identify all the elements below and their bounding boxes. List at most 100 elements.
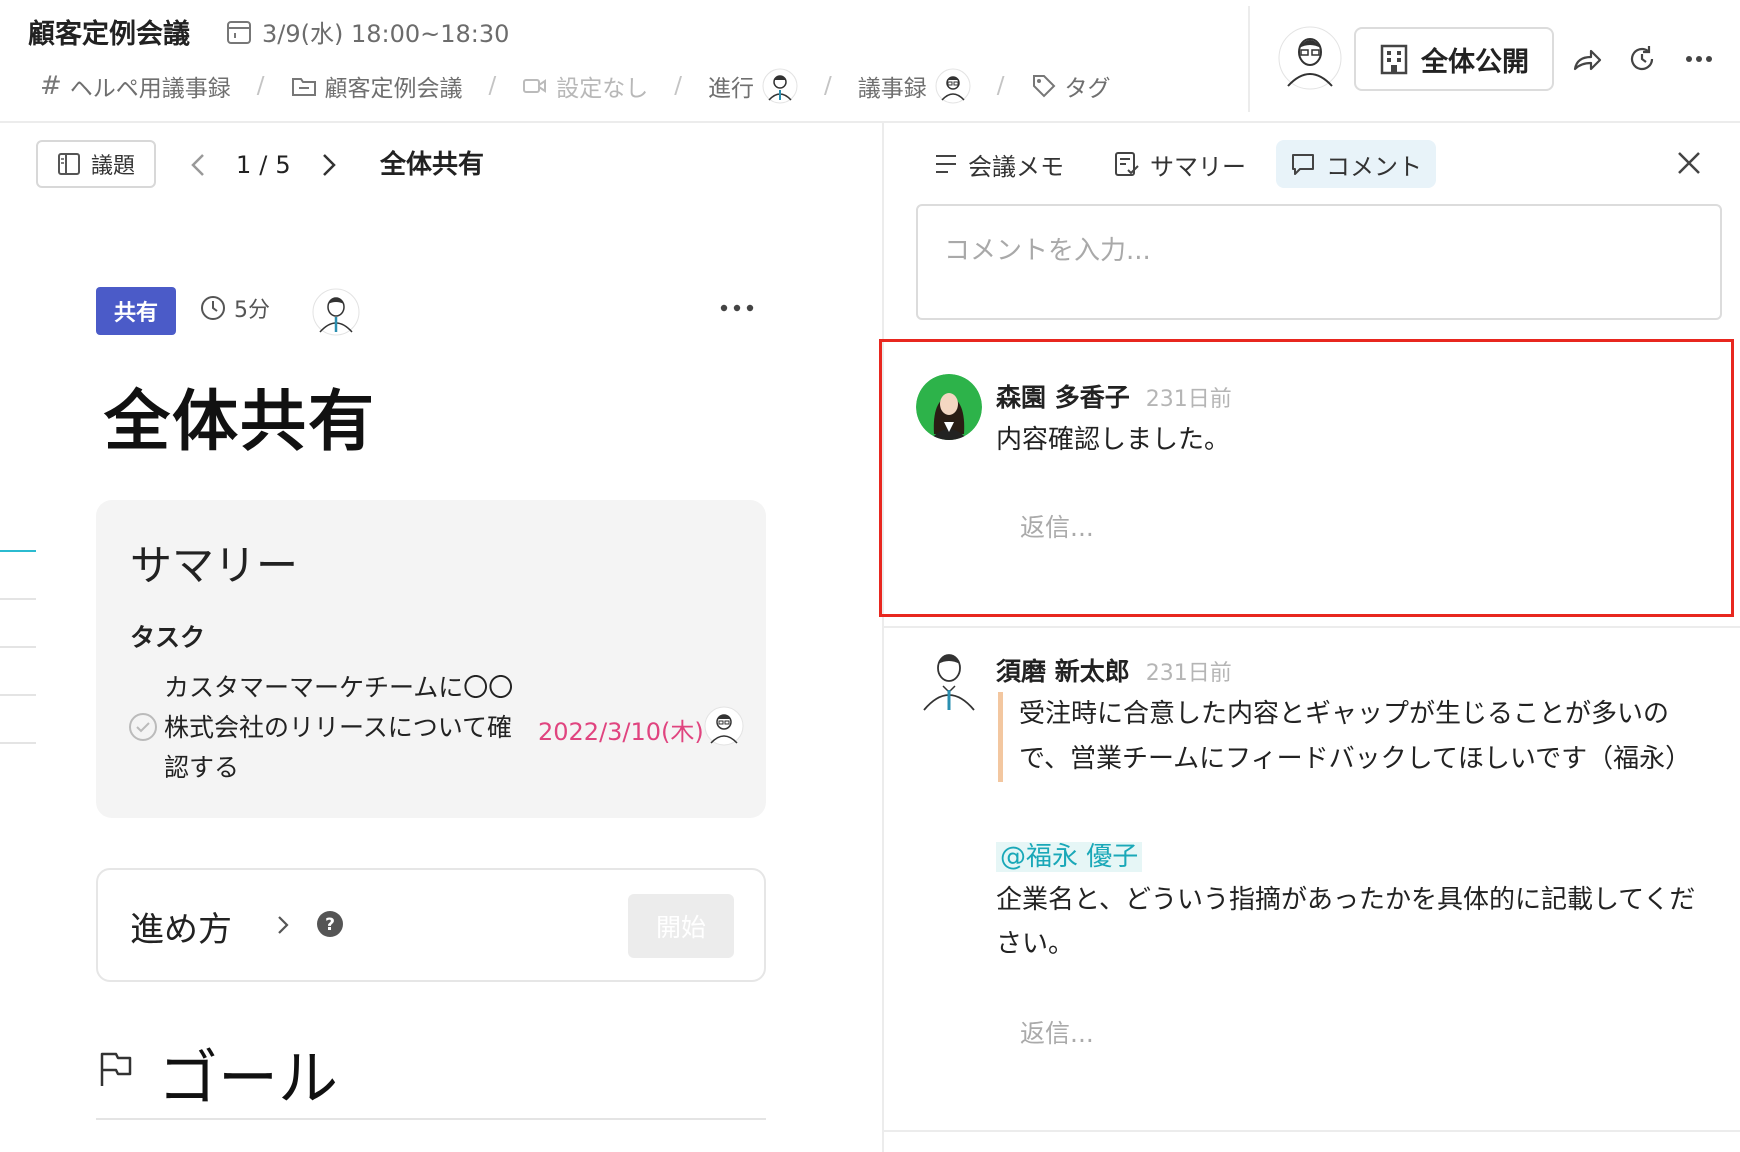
summary-card: サマリー タスク カスタマーマーケチームに〇〇株式会社のリリースについて確認する… <box>96 500 766 818</box>
comment-header: 森園 多香子 231日前 <box>996 378 1232 414</box>
page-separator: / <box>259 151 268 179</box>
tab-meeting-memo-label: 会議メモ <box>968 152 1064 181</box>
tab-summary-label: サマリー <box>1150 152 1246 181</box>
process-card: 進め方 ? 開始 <box>96 868 766 982</box>
pane-divider <box>882 123 884 1152</box>
meta-minutes-label: 議事録 <box>857 76 927 102</box>
comment-author[interactable]: 須磨 新太郎 <box>996 652 1130 688</box>
topic-duration[interactable]: 5分 <box>200 292 270 324</box>
topic-pager: 1 / 5 <box>190 146 337 184</box>
meta-template[interactable]: # ヘルペ用議事録 <box>40 69 231 103</box>
reply-input[interactable]: 返信... <box>1020 508 1094 544</box>
topic-list-label: 議題 <box>90 154 135 179</box>
publish-scope-button[interactable]: 全体公開 <box>1354 27 1554 91</box>
comment-input-placeholder: コメントを入力... <box>944 236 1151 266</box>
outline-mark[interactable] <box>0 694 36 696</box>
chevron-right-icon[interactable] <box>276 914 290 936</box>
flag-icon <box>98 1050 134 1088</box>
tag-icon <box>1031 73 1057 99</box>
task-text[interactable]: カスタマーマーケチームに〇〇株式会社のリリースについて確認する <box>164 668 534 788</box>
topic-type-badge[interactable]: 共有 <box>96 287 176 335</box>
tab-meeting-memo[interactable]: 会議メモ <box>920 140 1078 188</box>
video-icon <box>522 76 548 96</box>
task-check-icon[interactable] <box>128 712 158 742</box>
task-due-date[interactable]: 2022/3/10(木) <box>538 712 704 747</box>
comment-quote: 受注時に合意した内容とギャップが生じることが多いので、営業チームにフィードバック… <box>998 692 1718 782</box>
tab-comments-label: コメント <box>1326 152 1422 181</box>
meta-separator: / <box>996 73 1005 99</box>
meta-facilitator[interactable]: 進行 <box>708 68 798 104</box>
goal-title[interactable]: ゴール <box>158 1030 338 1117</box>
comment-time: 231日前 <box>1145 661 1232 686</box>
comment-text: 企業名と、どういう指摘があったかを具体的に記載してください。 <box>996 885 1696 959</box>
calendar-icon <box>226 19 252 45</box>
meta-tags[interactable]: タグ <box>1031 69 1111 103</box>
reply-input[interactable]: 返信... <box>1020 1014 1094 1050</box>
meta-video[interactable]: 設定なし <box>522 69 648 103</box>
comment-text: 内容確認しました。 <box>996 425 1231 455</box>
comment-author[interactable]: 森園 多香子 <box>996 378 1130 414</box>
goal-divider <box>96 1118 766 1120</box>
topic-owner-avatar[interactable] <box>312 288 360 336</box>
outline-mark[interactable] <box>0 742 36 744</box>
comment-divider <box>884 626 1740 628</box>
meta-folder-label: 顧客定例会議 <box>324 76 463 102</box>
history-icon[interactable] <box>1626 42 1658 76</box>
comment-time: 231日前 <box>1145 387 1232 412</box>
prev-topic-icon[interactable] <box>190 152 206 178</box>
meta-folder[interactable]: 顧客定例会議 <box>291 69 463 103</box>
meta-separator: / <box>824 73 832 99</box>
outline-mark[interactable] <box>0 598 36 600</box>
topic-title[interactable]: 全体共有 <box>104 368 376 464</box>
folder-icon <box>291 75 317 97</box>
outline-mark-active[interactable] <box>0 550 36 552</box>
minutes-taker-avatar <box>935 68 971 104</box>
meta-minutes-taker[interactable]: 議事録 <box>858 68 971 104</box>
building-icon <box>1379 43 1409 75</box>
commenter-avatar[interactable] <box>916 644 982 712</box>
summary-heading: サマリー <box>130 541 299 590</box>
page-total: 5 <box>275 151 291 179</box>
svg-text:?: ? <box>325 915 335 935</box>
outline-mark[interactable] <box>0 646 36 648</box>
more-icon[interactable] <box>1682 42 1716 76</box>
mention-tag[interactable]: @福永 優子 <box>996 836 1143 873</box>
comment-input[interactable]: コメントを入力... <box>916 204 1722 320</box>
mention-text: @福永 優子 <box>996 842 1143 872</box>
agenda-title: 全体共有 <box>380 150 485 180</box>
meeting-title[interactable]: 顧客定例会議 <box>28 12 190 51</box>
meeting-header: 顧客定例会議 3/9(水) 18:00~18:30 # ヘルペ用議事録 / 顧客… <box>0 0 1740 123</box>
next-topic-icon[interactable] <box>321 152 337 178</box>
meta-separator: / <box>488 73 497 99</box>
list-icon <box>934 153 958 175</box>
topic-list-button[interactable]: 議題 <box>36 140 156 188</box>
comment-icon <box>1290 152 1316 176</box>
user-avatar[interactable] <box>1278 26 1342 90</box>
task-assignee-avatar[interactable] <box>704 706 744 746</box>
meta-separator: / <box>256 73 265 99</box>
duration-text: 5分 <box>234 298 270 323</box>
comment-divider <box>884 1130 1740 1132</box>
datetime-text: 3/9(水) 18:00~18:30 <box>262 20 510 48</box>
task-heading: タスク <box>130 623 206 652</box>
meta-facilitator-label: 進行 <box>708 76 755 102</box>
page-indicator: 1 / 5 <box>236 151 291 179</box>
sidebar-panel-icon <box>57 152 81 176</box>
facilitator-avatar <box>762 68 798 104</box>
tab-summary[interactable]: サマリー <box>1100 140 1260 188</box>
comment-header: 須磨 新太郎 231日前 <box>996 652 1232 688</box>
meeting-datetime[interactable]: 3/9(水) 18:00~18:30 <box>226 14 509 49</box>
start-button[interactable]: 開始 <box>628 894 734 958</box>
close-icon[interactable] <box>1676 150 1702 176</box>
share-icon[interactable] <box>1572 42 1602 76</box>
meta-template-label: ヘルペ用議事録 <box>69 76 231 102</box>
topic-more-icon[interactable] <box>720 304 754 312</box>
help-icon[interactable]: ? <box>316 910 344 938</box>
process-title[interactable]: 進め方 <box>130 902 232 951</box>
header-divider <box>1248 6 1250 112</box>
meta-video-label: 設定なし <box>556 76 649 102</box>
page-current: 1 <box>236 151 252 179</box>
tab-comments[interactable]: コメント <box>1276 140 1436 188</box>
hash-icon: # <box>40 71 62 101</box>
commenter-avatar[interactable] <box>916 374 982 440</box>
